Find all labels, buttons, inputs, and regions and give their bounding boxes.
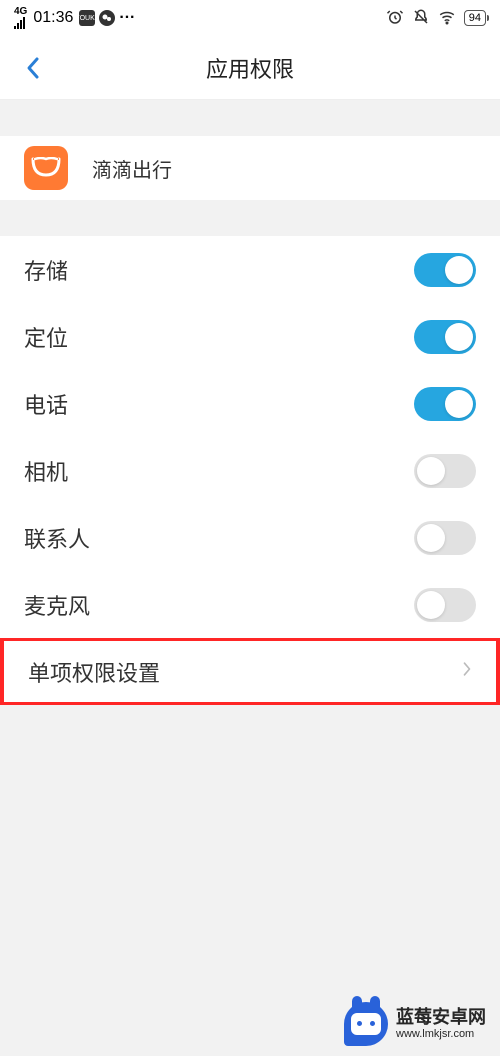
toggle-location[interactable] <box>414 320 476 354</box>
permission-label: 电话 <box>24 388 68 420</box>
toggle-microphone[interactable] <box>414 588 476 622</box>
toggle-storage[interactable] <box>414 253 476 287</box>
permission-label: 定位 <box>24 321 68 353</box>
permission-row-contacts: 联系人 <box>0 504 500 571</box>
network-label: 4G <box>14 7 27 17</box>
watermark: 蓝莓安卓网 www.lmkjsr.com <box>344 1002 486 1046</box>
network-indicator: 4G <box>14 7 27 29</box>
status-bar: 4G 01:36 YOUKU ··· 94 <box>0 0 500 36</box>
permission-label: 麦克风 <box>24 589 90 621</box>
permission-label: 存储 <box>24 254 68 286</box>
status-app-icons: YOUKU ··· <box>79 9 135 27</box>
permission-row-camera: 相机 <box>0 437 500 504</box>
battery-level: 94 <box>469 12 481 24</box>
toggle-phone[interactable] <box>414 387 476 421</box>
permission-row-phone: 电话 <box>0 370 500 437</box>
permission-row-storage: 存储 <box>0 236 500 303</box>
watermark-url: www.lmkjsr.com <box>396 1028 486 1041</box>
permission-label: 相机 <box>24 455 68 487</box>
app-icon <box>24 146 68 190</box>
status-time: 01:36 <box>33 9 73 27</box>
youku-icon: YOUKU <box>79 10 95 26</box>
alarm-icon <box>386 8 404 29</box>
permission-row-microphone: 麦克风 <box>0 571 500 638</box>
back-button[interactable] <box>18 53 48 83</box>
app-name: 滴滴出行 <box>92 154 172 183</box>
more-icon: ··· <box>119 9 135 27</box>
signal-bars-icon <box>14 17 27 29</box>
header: 应用权限 <box>0 36 500 100</box>
wechat-icon <box>99 10 115 26</box>
chevron-right-icon <box>462 660 472 683</box>
mute-icon <box>412 8 430 29</box>
status-right: 94 <box>386 8 486 29</box>
spacer <box>0 100 500 136</box>
toggle-contacts[interactable] <box>414 521 476 555</box>
wifi-icon <box>438 8 456 29</box>
watermark-icon <box>344 1002 388 1046</box>
permissions-list: 存储 定位 电话 相机 联系人 麦克风 <box>0 236 500 638</box>
didi-icon <box>31 157 61 179</box>
watermark-text: 蓝莓安卓网 www.lmkjsr.com <box>396 1007 486 1042</box>
watermark-title: 蓝莓安卓网 <box>396 1007 486 1029</box>
toggle-camera[interactable] <box>414 454 476 488</box>
single-permission-nav[interactable]: 单项权限设置 <box>0 638 500 705</box>
permission-label: 联系人 <box>24 522 90 554</box>
status-left: 4G 01:36 YOUKU ··· <box>14 7 135 29</box>
page-title: 应用权限 <box>0 52 500 84</box>
nav-label: 单项权限设置 <box>28 656 160 688</box>
chevron-left-icon <box>25 56 41 80</box>
permission-row-location: 定位 <box>0 303 500 370</box>
app-info-row: 滴滴出行 <box>0 136 500 200</box>
battery-indicator: 94 <box>464 10 486 26</box>
